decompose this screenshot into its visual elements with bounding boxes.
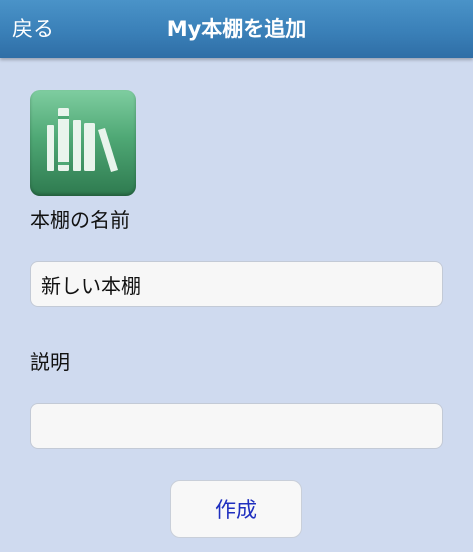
bookshelf-icon	[30, 90, 136, 196]
page-title: My本棚を追加	[166, 17, 307, 41]
description-label: 説明	[30, 350, 70, 374]
description-input[interactable]	[30, 403, 443, 449]
shelf-name-input[interactable]	[30, 261, 443, 307]
shelf-name-label: 本棚の名前	[30, 208, 130, 232]
create-button[interactable]: 作成	[170, 480, 302, 538]
nav-bar: 戻る My本棚を追加	[0, 0, 473, 58]
